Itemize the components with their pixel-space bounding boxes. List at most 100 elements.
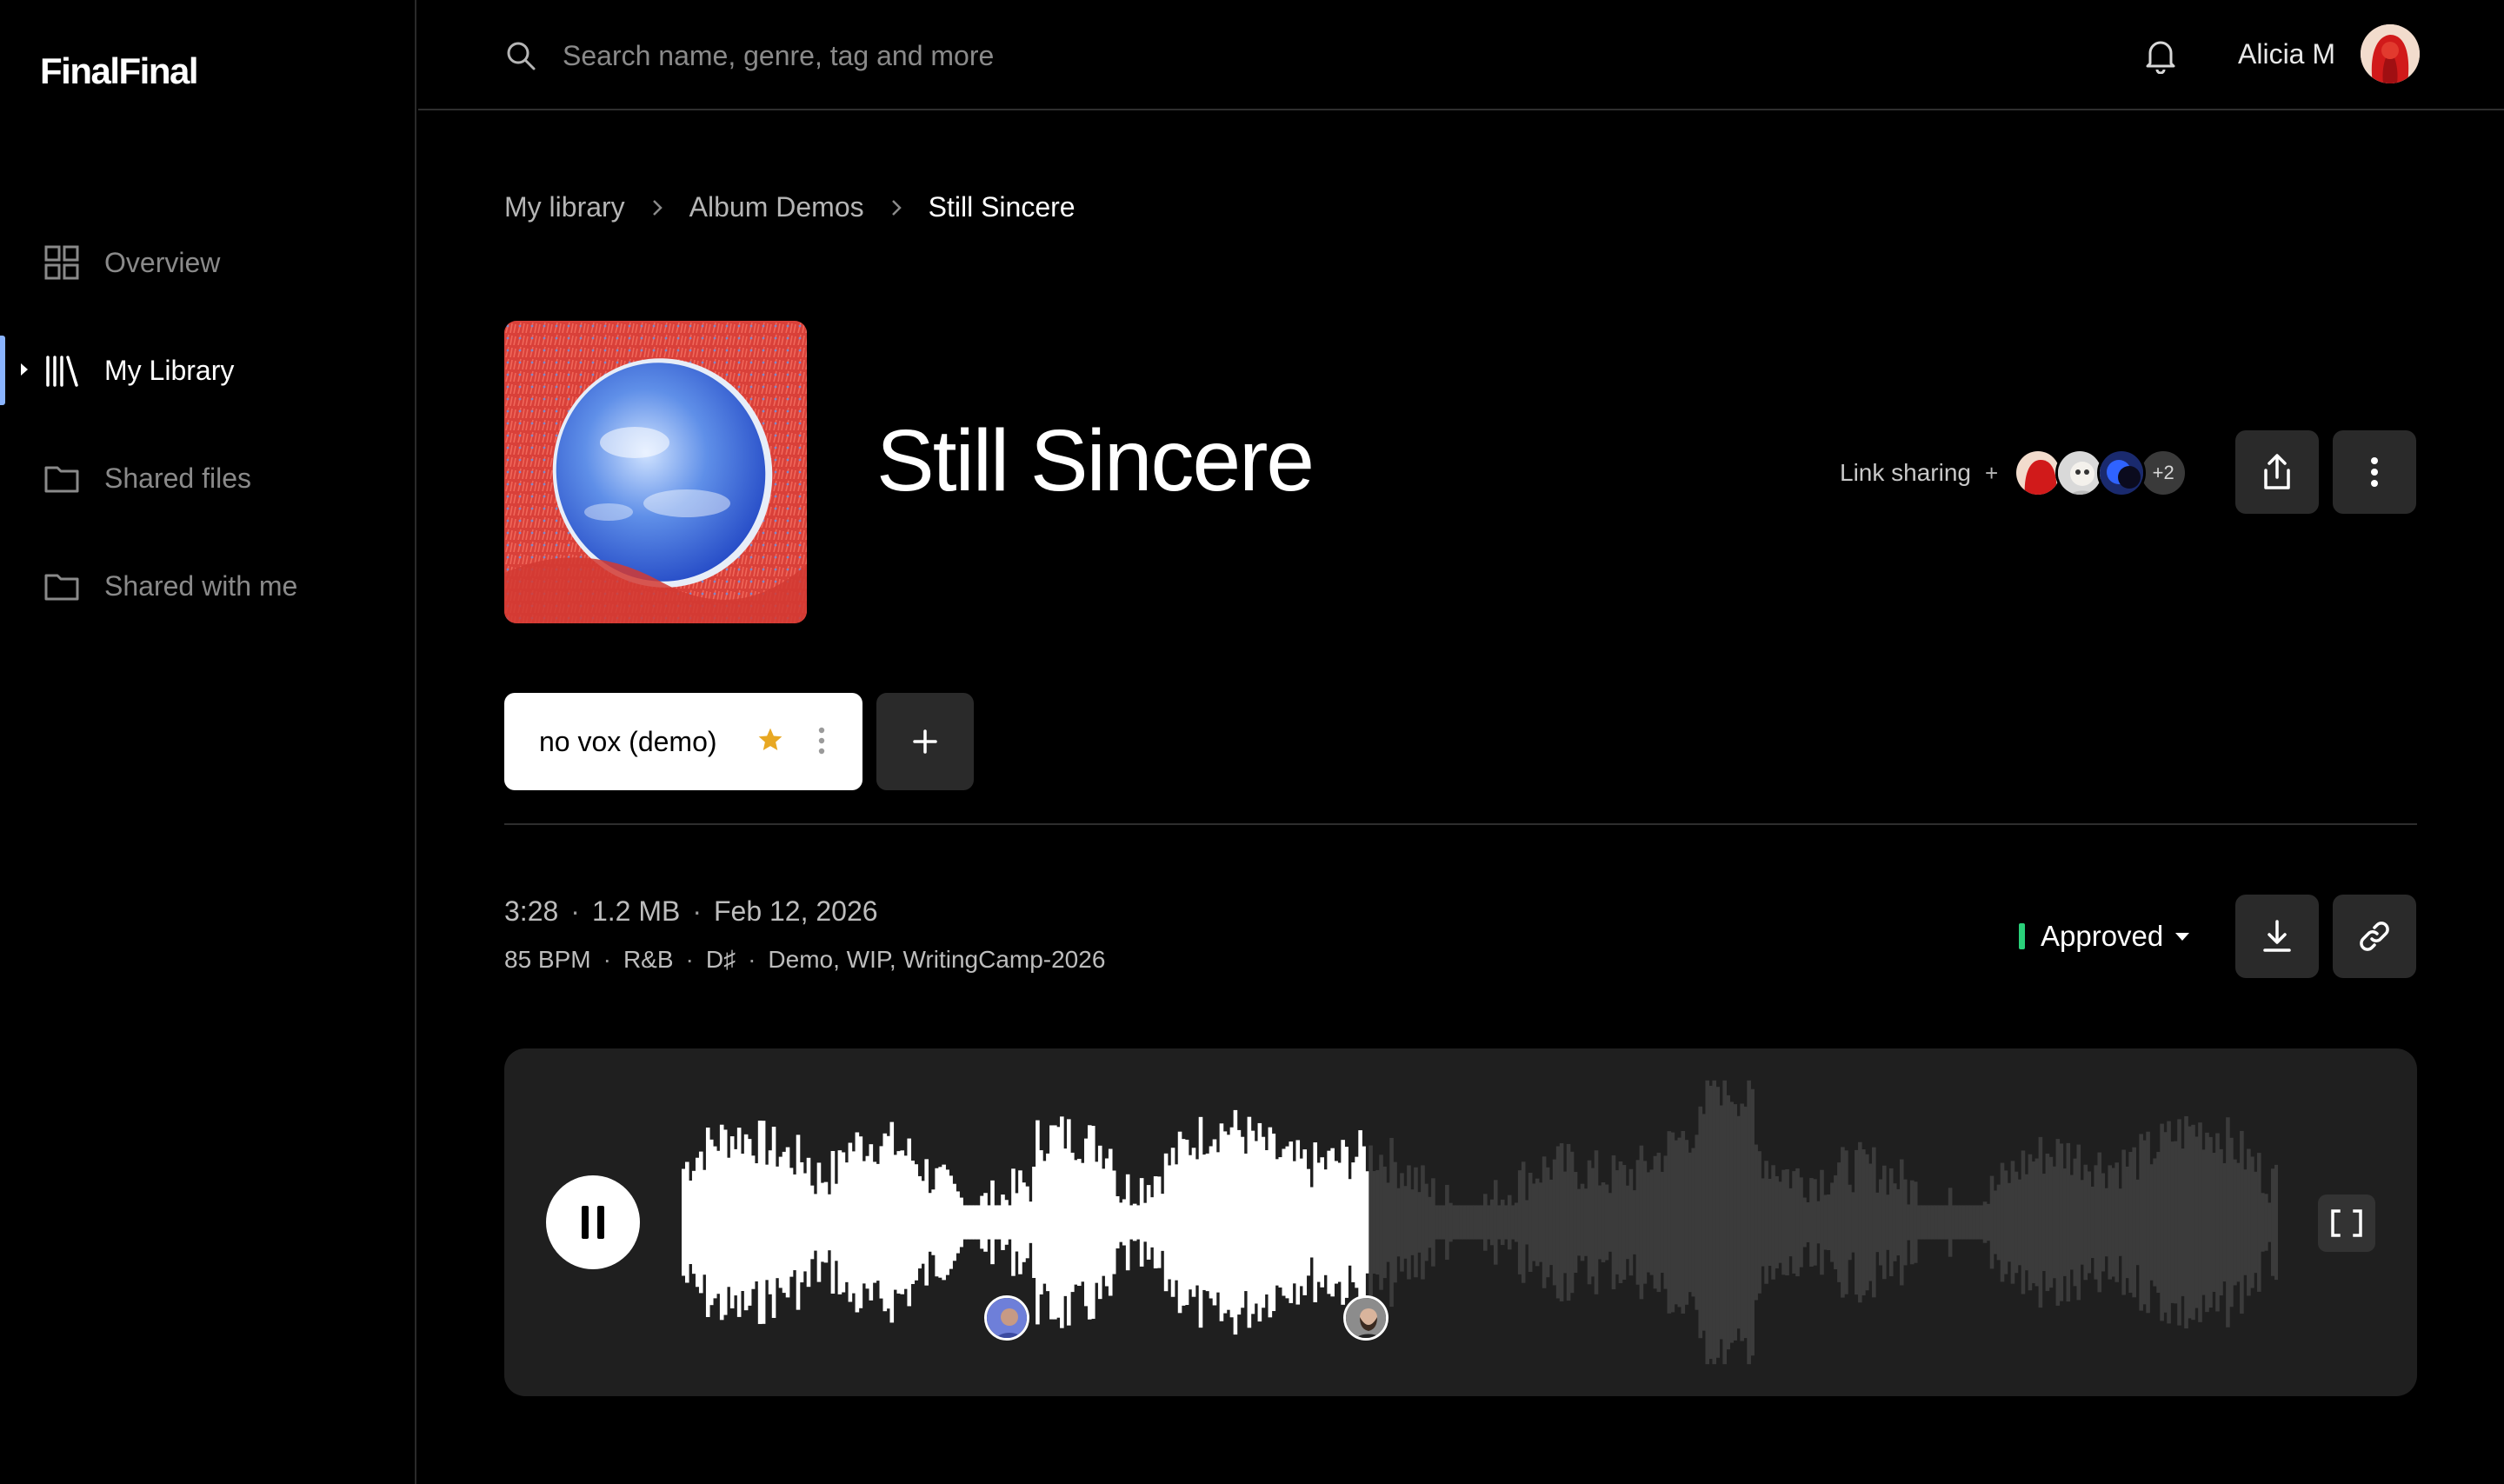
status-dropdown[interactable]: Approved bbox=[2019, 920, 2190, 953]
waveform-bar bbox=[2149, 1164, 2154, 1281]
waveform-bar bbox=[1542, 1156, 1547, 1288]
sidebar-item-label: Shared files bbox=[104, 462, 251, 494]
waveform-bar bbox=[830, 1150, 836, 1294]
breadcrumb-item[interactable]: My library bbox=[504, 191, 625, 223]
waveform-bar bbox=[1590, 1168, 1595, 1277]
share-button[interactable] bbox=[2235, 430, 2319, 514]
waveform-bar bbox=[1271, 1133, 1276, 1312]
waveform-bar bbox=[1074, 1160, 1078, 1285]
breadcrumb-item[interactable]: Album Demos bbox=[689, 191, 864, 223]
waveform-bar bbox=[1344, 1147, 1349, 1298]
waveform-bar bbox=[879, 1146, 884, 1299]
status-indicator bbox=[2019, 923, 2025, 949]
waveform-bar bbox=[1264, 1150, 1269, 1294]
waveform[interactable] bbox=[682, 1075, 2278, 1370]
waveform-bar bbox=[1944, 1205, 1949, 1240]
waveform-bar bbox=[820, 1182, 825, 1262]
waveform-bar bbox=[1025, 1186, 1029, 1259]
waveform-bar bbox=[952, 1183, 956, 1261]
waveform-bar bbox=[2177, 1119, 2181, 1326]
waveform-bar bbox=[1979, 1205, 1984, 1240]
waveform-bar bbox=[1389, 1137, 1394, 1308]
waveform-bar bbox=[2191, 1124, 2195, 1321]
waveform-bar bbox=[949, 1175, 953, 1269]
app-logo[interactable]: FinalFinal bbox=[40, 50, 199, 92]
plus-icon bbox=[913, 729, 937, 754]
sidebar-item-label: Overview bbox=[104, 246, 221, 278]
fullscreen-button[interactable] bbox=[2318, 1195, 2375, 1252]
waveform-bar bbox=[1569, 1151, 1575, 1294]
file-size: 1.2 MB bbox=[591, 895, 681, 927]
waveform-bar bbox=[1888, 1168, 1894, 1277]
waveform-bar bbox=[2274, 1164, 2278, 1281]
sidebar-item-my-library[interactable]: My Library bbox=[0, 316, 415, 424]
waveform-bar bbox=[1448, 1202, 1453, 1242]
user-name[interactable]: Alicia M bbox=[2238, 38, 2335, 70]
waveform-bar bbox=[855, 1132, 860, 1313]
star-icon[interactable] bbox=[756, 726, 784, 758]
waveform-bar bbox=[823, 1181, 829, 1263]
waveform-bar bbox=[1067, 1119, 1071, 1326]
comment-marker-avatar[interactable] bbox=[984, 1295, 1029, 1341]
waveform-bar bbox=[1615, 1170, 1620, 1274]
version-tab-active[interactable]: no vox (demo) bbox=[504, 693, 862, 790]
comment-marker-avatar[interactable] bbox=[1343, 1295, 1389, 1341]
sidebar-item-overview[interactable]: Overview bbox=[0, 209, 415, 316]
waveform-bar bbox=[1802, 1197, 1807, 1248]
download-icon bbox=[2263, 920, 2291, 952]
copy-link-button[interactable] bbox=[2333, 895, 2416, 978]
share-icon bbox=[2264, 454, 2290, 489]
link-sharing-button[interactable]: Link sharing bbox=[1840, 459, 1971, 487]
waveform-bar bbox=[2010, 1161, 2015, 1284]
waveform-bar bbox=[1060, 1116, 1064, 1328]
collaborator-avatars[interactable]: +2 bbox=[2014, 449, 2188, 497]
waveform-bar bbox=[2264, 1194, 2268, 1251]
waveform-bar bbox=[1517, 1170, 1522, 1274]
waveform-bar bbox=[1393, 1161, 1397, 1283]
download-button[interactable] bbox=[2235, 895, 2319, 978]
add-version-button[interactable] bbox=[876, 693, 974, 790]
waveform-bar bbox=[1247, 1116, 1252, 1328]
waveform-bar bbox=[2271, 1168, 2275, 1276]
waveform-bar bbox=[2240, 1130, 2244, 1314]
version-more-icon[interactable] bbox=[817, 726, 826, 760]
waveform-bar bbox=[1139, 1178, 1144, 1267]
waveform-bar bbox=[1250, 1130, 1255, 1314]
separator-dot: · bbox=[685, 946, 694, 973]
waveform-bar bbox=[1337, 1162, 1342, 1282]
waveform-bar bbox=[1750, 1088, 1755, 1356]
waveform-bar bbox=[1740, 1103, 1744, 1341]
waveform-bar bbox=[1438, 1205, 1442, 1240]
pause-button[interactable] bbox=[546, 1175, 640, 1269]
search-input[interactable] bbox=[563, 39, 1345, 72]
waveform-bar bbox=[2215, 1133, 2220, 1312]
waveform-bar bbox=[1257, 1122, 1262, 1322]
waveform-bar bbox=[1219, 1123, 1224, 1321]
waveform-bar bbox=[1421, 1165, 1425, 1280]
waveform-bar bbox=[1355, 1156, 1359, 1288]
more-options-button[interactable] bbox=[2333, 430, 2416, 514]
add-collaborator-button[interactable]: + bbox=[1985, 460, 1998, 487]
waveform-bar bbox=[1500, 1199, 1505, 1246]
waveform-bar bbox=[1403, 1186, 1408, 1259]
waveform-bar bbox=[893, 1155, 898, 1290]
sidebar-item-shared-with-me[interactable]: Shared with me bbox=[0, 532, 415, 640]
waveform-bar bbox=[2233, 1159, 2237, 1286]
waveform-bar bbox=[1653, 1155, 1658, 1289]
separator-dot: · bbox=[692, 895, 702, 927]
waveform-bar bbox=[1823, 1195, 1828, 1250]
waveform-bar bbox=[945, 1169, 949, 1275]
notifications-button[interactable] bbox=[2140, 35, 2181, 77]
waveform-bar bbox=[1063, 1148, 1068, 1296]
waveform-bar bbox=[1011, 1168, 1016, 1276]
waveform-bar bbox=[761, 1121, 766, 1324]
waveform-bar bbox=[1764, 1161, 1768, 1284]
waveform-bar bbox=[2212, 1153, 2216, 1292]
waveform-bar bbox=[1410, 1189, 1415, 1255]
waveform-bar bbox=[2174, 1141, 2178, 1304]
user-avatar[interactable] bbox=[2361, 24, 2420, 83]
waveform-bar bbox=[876, 1163, 881, 1281]
waveform-bar bbox=[785, 1147, 790, 1298]
sidebar-item-shared-files[interactable]: Shared files bbox=[0, 424, 415, 532]
waveform-bar bbox=[1795, 1168, 1800, 1277]
